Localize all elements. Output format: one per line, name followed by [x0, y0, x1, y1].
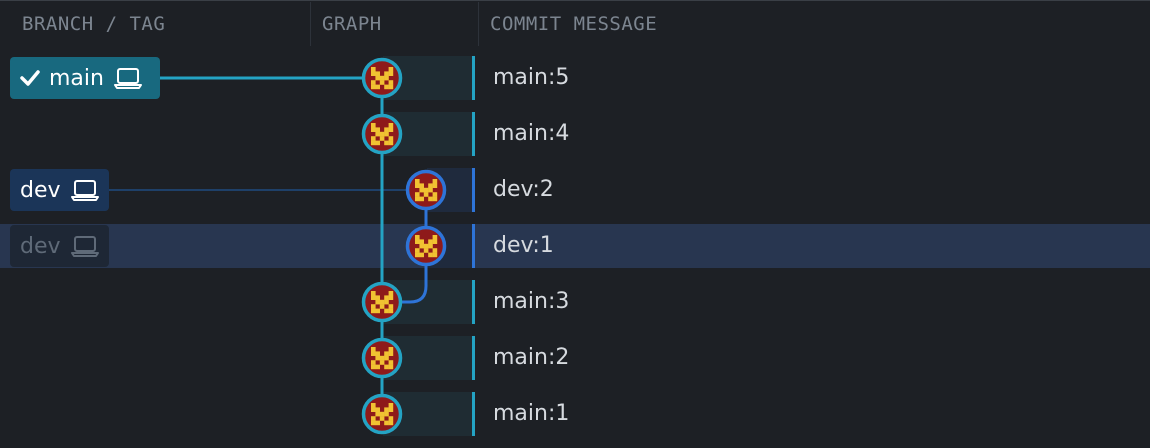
commit-avatar[interactable]	[360, 336, 404, 380]
branch-label-dev-ghost[interactable]: dev	[10, 225, 109, 267]
branch-label-dev[interactable]: dev	[10, 169, 109, 211]
branch-name: main	[49, 65, 104, 91]
commit-avatar[interactable]	[404, 224, 448, 268]
branch-name: dev	[20, 233, 61, 259]
commit-avatar[interactable]	[404, 168, 448, 212]
laptop-icon	[113, 67, 143, 89]
commit-graph	[109, 76, 428, 414]
branch-label-main[interactable]: main	[10, 57, 160, 99]
check-icon	[20, 69, 40, 87]
commit-avatar[interactable]	[360, 392, 404, 436]
branch-name: dev	[20, 177, 61, 203]
commit-avatar[interactable]	[360, 112, 404, 156]
commit-avatar[interactable]	[360, 56, 404, 100]
laptop-icon	[70, 179, 100, 201]
laptop-icon	[70, 235, 100, 257]
commit-avatar[interactable]	[360, 280, 404, 324]
